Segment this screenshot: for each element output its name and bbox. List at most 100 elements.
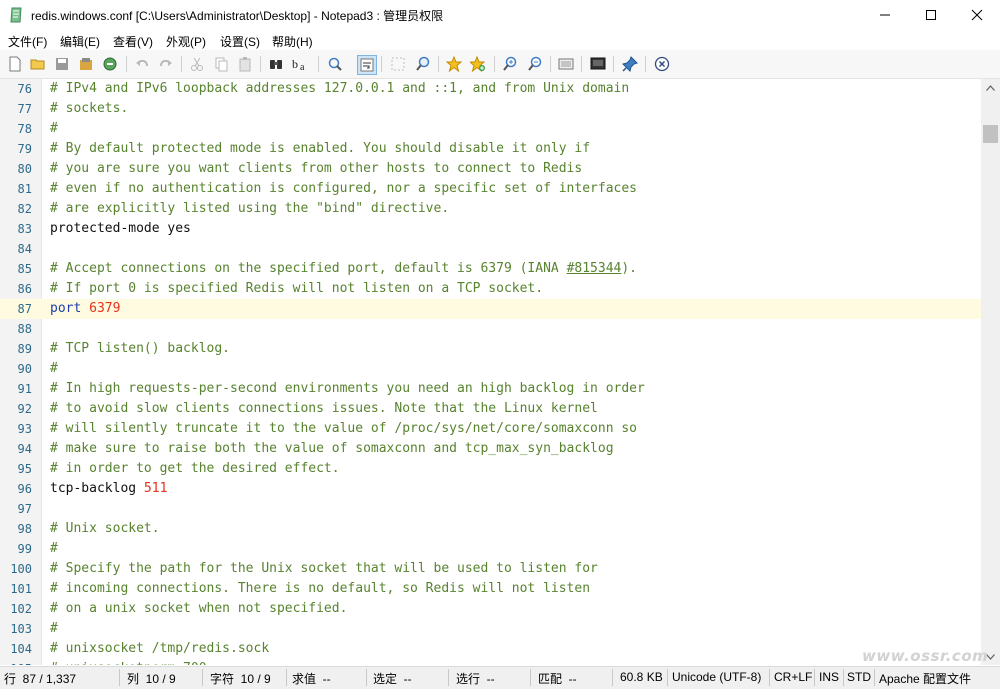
favorites-icon[interactable] <box>445 55 463 73</box>
code-line[interactable]: 95 # in order to get the desired effect. <box>0 459 981 479</box>
code-line[interactable]: 86 # If port 0 is specified Redis will no… <box>0 279 981 299</box>
code-line[interactable]: 77 # sockets. <box>0 99 981 119</box>
line-number: 92 <box>17 402 32 416</box>
status-selection[interactable]: 选定 -- <box>373 670 412 687</box>
status-scheme[interactable]: Apache 配置文件 <box>879 670 971 687</box>
word-wrap-icon[interactable] <box>357 55 377 75</box>
code-line[interactable]: 90 # <box>0 359 981 379</box>
status-file-size: 60.8 KB <box>620 670 663 684</box>
replace-icon[interactable]: ba <box>291 55 309 73</box>
menu-view[interactable]: 查看(V) <box>113 33 153 50</box>
zoom-in-icon[interactable] <box>501 55 519 73</box>
line-number: 97 <box>17 502 32 516</box>
code-line[interactable]: 93 # will silently truncate it to the val… <box>0 419 981 439</box>
code-line[interactable]: 103 # <box>0 619 981 639</box>
config-key: tcp-backlog <box>50 481 137 496</box>
line-text: # on a unix socket when not specified. <box>50 601 348 616</box>
code-line[interactable]: 97 <box>0 499 981 519</box>
undo-icon[interactable] <box>133 55 151 73</box>
code-line[interactable]: 85 # Accept connections on the specified … <box>0 259 981 279</box>
editor-area[interactable]: 76 # IPv4 and IPv6 loopback addresses 127… <box>0 79 981 665</box>
goto-icon[interactable] <box>326 55 344 73</box>
line-number: 81 <box>17 182 32 196</box>
cut-icon[interactable] <box>188 55 206 73</box>
scroll-thumb[interactable] <box>983 125 998 143</box>
code-line[interactable]: 78 # <box>0 119 981 139</box>
code-line[interactable]: 101 # incoming connections. There is no d… <box>0 579 981 599</box>
code-line[interactable]: 79 # By default protected mode is enabled… <box>0 139 981 159</box>
code-line[interactable]: 94 # make sure to raise both the value of… <box>0 439 981 459</box>
menu-bar: 文件(F) 编辑(E) 查看(V) 外观(P) 设置(S) 帮助(H) <box>0 30 1000 50</box>
paste-icon[interactable] <box>236 55 254 73</box>
redo-icon[interactable] <box>157 55 175 73</box>
line-number: 76 <box>17 82 32 96</box>
open-folder-icon[interactable] <box>29 55 47 73</box>
code-line[interactable]: 100 # Specify the path for the Unix socke… <box>0 559 981 579</box>
line-text: # even if no authentication is configure… <box>50 181 637 196</box>
issue-link[interactable]: #815344 <box>567 261 622 276</box>
code-line[interactable]: 83 protected-mode yes <box>0 219 981 239</box>
status-mode[interactable]: STD <box>847 670 871 684</box>
zoom-find-icon[interactable] <box>414 55 432 73</box>
config-key: protected-mode <box>50 221 160 236</box>
status-line[interactable]: 行 87 / 1,337 <box>4 670 76 687</box>
code-line[interactable]: 91 # In high requests-per-second environm… <box>0 379 981 399</box>
line-number: 85 <box>17 262 32 276</box>
minimize-button[interactable] <box>862 0 908 30</box>
code-line[interactable]: 102 # on a unix socket when not specified… <box>0 599 981 619</box>
config-value: yes <box>167 221 191 236</box>
code-line[interactable]: 89 # TCP listen() backlog. <box>0 339 981 359</box>
browse-icon[interactable] <box>101 55 119 73</box>
maximize-icon <box>926 10 936 20</box>
customize-icon[interactable] <box>589 55 607 73</box>
code-line[interactable]: 98 # Unix socket. <box>0 519 981 539</box>
code-line[interactable]: 76 # IPv4 and IPv6 loopback addresses 127… <box>0 79 981 99</box>
save-icon[interactable] <box>53 55 71 73</box>
code-line[interactable]: 81 # even if no authentication is configu… <box>0 179 981 199</box>
status-match[interactable]: 匹配 -- <box>538 670 577 687</box>
code-line[interactable]: 82 # are explicitly listed using the "bin… <box>0 199 981 219</box>
new-file-icon[interactable] <box>6 55 24 73</box>
line-number: 77 <box>17 102 32 116</box>
code-line[interactable]: 92 # to avoid slow clients connections is… <box>0 399 981 419</box>
menu-edit[interactable]: 编辑(E) <box>60 33 100 50</box>
status-eval[interactable]: 求值 -- <box>292 670 331 687</box>
exit-icon[interactable] <box>653 55 671 73</box>
line-text: # incoming connections. There is no defa… <box>50 581 591 596</box>
menu-help[interactable]: 帮助(H) <box>272 33 313 50</box>
schemes-icon[interactable] <box>557 55 575 73</box>
status-column[interactable]: 列 10 / 9 <box>127 670 176 687</box>
add-favorite-icon[interactable] <box>469 55 487 73</box>
save-as-icon[interactable] <box>77 55 95 73</box>
pin-icon[interactable] <box>621 55 639 73</box>
line-text: port 6379 <box>50 299 120 319</box>
copy-icon[interactable] <box>212 55 230 73</box>
code-line[interactable]: 80 # you are sure you want clients from o… <box>0 159 981 179</box>
maximize-button[interactable] <box>908 0 954 30</box>
menu-settings[interactable]: 设置(S) <box>220 33 260 50</box>
line-text: # Unix socket. <box>50 521 160 536</box>
code-line[interactable]: 105 # unixsocketperm 700 <box>0 659 981 665</box>
menu-file[interactable]: 文件(F) <box>8 33 47 50</box>
status-encoding[interactable]: Unicode (UTF-8) <box>672 670 761 684</box>
status-char[interactable]: 字符 10 / 9 <box>210 670 271 687</box>
menu-appearance[interactable]: 外观(P) <box>166 33 206 50</box>
minimize-icon <box>880 14 890 16</box>
vertical-scrollbar[interactable] <box>981 79 1000 665</box>
scroll-up-icon[interactable] <box>981 79 1000 96</box>
code-line[interactable]: 104 # unixsocket /tmp/redis.sock <box>0 639 981 659</box>
code-line[interactable]: 87 port 6379 <box>0 299 981 319</box>
code-line[interactable]: 84 <box>0 239 981 259</box>
notepad3-app-icon[interactable] <box>9 7 23 23</box>
zoom-out-icon[interactable] <box>526 55 544 73</box>
code-line[interactable]: 88 <box>0 319 981 339</box>
code-line[interactable]: 96 tcp-backlog 511 <box>0 479 981 499</box>
select-icon[interactable] <box>389 55 407 73</box>
code-line[interactable]: 99 # <box>0 539 981 559</box>
status-ins[interactable]: INS <box>819 670 839 684</box>
status-selected-lines[interactable]: 选行 -- <box>456 670 495 687</box>
close-button[interactable] <box>954 0 1000 30</box>
status-eol[interactable]: CR+LF <box>774 670 812 684</box>
line-text: # <box>50 361 58 376</box>
find-icon[interactable] <box>267 55 285 73</box>
